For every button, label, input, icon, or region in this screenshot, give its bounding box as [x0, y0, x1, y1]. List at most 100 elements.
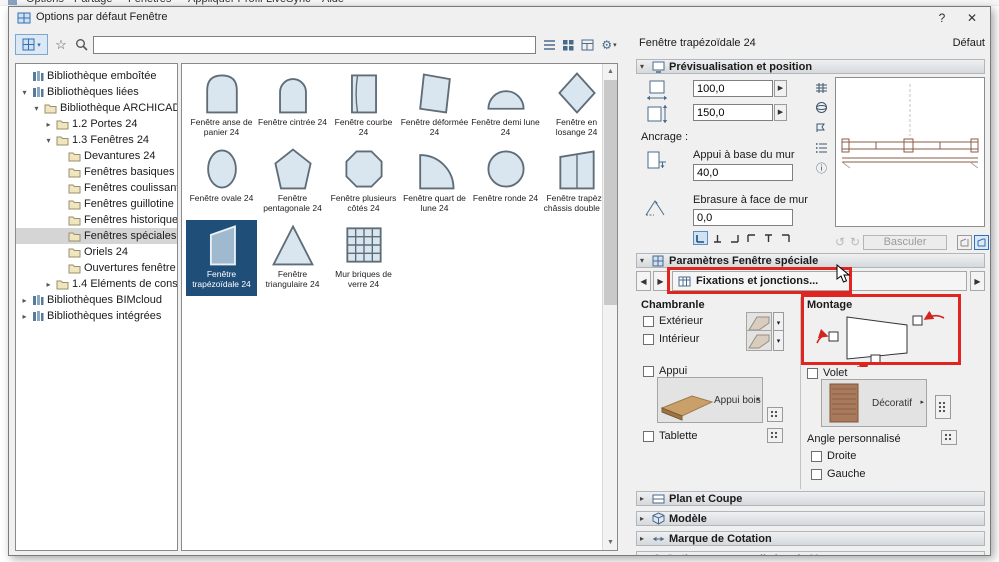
anchor-pos-5-button[interactable]	[761, 231, 776, 245]
anchor-pos-3-button[interactable]	[727, 231, 742, 245]
section-special-window-params[interactable]: ▾ Paramètres Fenêtre spéciale	[636, 253, 985, 268]
tree-item-bibliotheque-emboitee[interactable]: Bibliothèque emboîtée	[16, 68, 177, 84]
thumbnail-fenetre-plusieurs-cotes-24[interactable]: Fenêtre plusieurs côtés 24	[328, 144, 399, 220]
section-modele[interactable]: ▸ Modèle	[636, 511, 985, 526]
collapse-icon[interactable]: ▾	[20, 88, 29, 97]
thumbnail-mur-briques-de-verre-24[interactable]: Mur briques de verre 24	[328, 220, 399, 296]
close-button[interactable]: ✕	[958, 7, 986, 29]
search-button[interactable]	[72, 34, 91, 55]
anchor-pos-6-button[interactable]	[778, 231, 793, 245]
expand-icon[interactable]: ▸	[20, 312, 29, 321]
flip-button[interactable]: Basculer	[863, 235, 947, 250]
favorites-star-button[interactable]: ☆	[51, 34, 71, 55]
tree-item-oriels-24[interactable]: Oriels 24	[16, 244, 177, 260]
reveal-value-field[interactable]	[693, 209, 793, 226]
tree-item-fenetres-basiques-24[interactable]: Fenêtres basiques 24	[16, 164, 177, 180]
expand-icon[interactable]: ▸	[20, 296, 29, 305]
anchor-pos-1-button[interactable]	[693, 231, 708, 245]
preview-3d-sphere-icon[interactable]	[813, 99, 830, 116]
checkbox-droite[interactable]	[811, 451, 822, 462]
thumbnail-fenetre-cintree-24[interactable]: Fenêtre cintrée 24	[257, 68, 328, 144]
help-button[interactable]: ?	[928, 7, 956, 29]
preview-section-icon[interactable]	[813, 119, 830, 136]
tree-item-1-2-portes-24[interactable]: ▸ 1.2 Portes 24	[16, 116, 177, 132]
preview-hatch-icon[interactable]	[813, 79, 830, 96]
expand-icon[interactable]: ▸	[44, 280, 53, 289]
thumbnail-fenetre-courbe-24[interactable]: Fenêtre courbe 24	[328, 68, 399, 144]
appui-image-picker[interactable]: Appui bois ▸	[657, 377, 763, 423]
section-options-personnalisees-de-marque[interactable]: ▸ ⚙ Options personnalisées de Marque	[636, 551, 985, 555]
tree-item-devantures-24[interactable]: Devantures 24	[16, 148, 177, 164]
thumbnail-fenetre-anse-de-panier-24[interactable]: Fenêtre anse de panier 24	[186, 68, 257, 144]
menu-partage[interactable]: Partage	[74, 0, 113, 5]
prev-page-button[interactable]: ◀	[636, 271, 651, 291]
tree-item-fenetres-coulissantes-24[interactable]: Fenêtres coulissantes 24	[16, 180, 177, 196]
menu-aide[interactable]: Aide	[322, 0, 344, 5]
tree-item-1-3-fenetres-24[interactable]: ▾ 1.3 Fenêtres 24	[16, 132, 177, 148]
scroll-up-icon[interactable]: ▲	[603, 64, 617, 79]
thumbnail-fenetre-pentagonale-24[interactable]: Fenêtre pentagonale 24	[257, 144, 328, 220]
scrollbar-thumb[interactable]	[604, 80, 617, 305]
section-preview-position[interactable]: ▾ Prévisualisation et position	[636, 59, 985, 74]
height-field[interactable]	[693, 104, 773, 121]
tree-item-1-4-elements-de-construction-2[interactable]: ▸ 1.4 Eléments de construction 2	[16, 276, 177, 292]
section-marque-de-cotation[interactable]: ▸ Marque de Cotation	[636, 531, 985, 546]
checkbox-appui[interactable]	[643, 366, 654, 377]
angle-settings-button[interactable]	[941, 430, 957, 445]
param-page-dropdown[interactable]: Fixations et jonctions...	[672, 271, 967, 291]
view-list-button[interactable]	[541, 34, 558, 55]
anchor-pos-4-button[interactable]	[744, 231, 759, 245]
view-details-button[interactable]	[579, 34, 596, 55]
interieur-profile-picker[interactable]	[746, 330, 772, 351]
volet-image-picker[interactable]: Décoratif ▸	[821, 379, 927, 427]
next-page-button[interactable]: ▶	[653, 271, 668, 291]
rotate-left-icon[interactable]: ↺	[835, 235, 845, 249]
tree-item-fenetres-historiques-24[interactable]: Fenêtres historiques 24	[16, 212, 177, 228]
preview-info-icon[interactable]: ⓘ	[813, 159, 830, 176]
collapse-icon[interactable]: ▾	[32, 104, 41, 113]
scroll-down-icon[interactable]: ▼	[603, 535, 617, 550]
menu-appliquer-profil[interactable]: Appliquer Profil	[188, 0, 263, 5]
thumbnail-fenetre-quart-de-lune-24[interactable]: Fenêtre quart de lune 24	[399, 144, 470, 220]
settings-gear-button[interactable]: ⚙ ▾	[597, 34, 621, 55]
section-plan-et-coupe[interactable]: ▸ Plan et Coupe	[636, 491, 985, 506]
menu-options[interactable]: Options	[26, 0, 64, 5]
volet-settings-button[interactable]	[935, 395, 951, 419]
tree-item-ouvertures-fenetre-vides-24[interactable]: Ouvertures fenêtre vides 24	[16, 260, 177, 276]
thumbnail-fenetre-triangulaire-24[interactable]: Fenêtre triangulaire 24	[257, 220, 328, 296]
tree-item-bibliotheque-archicad-24[interactable]: ▾ Bibliothèque ARCHICAD 24	[16, 100, 177, 116]
thumbnail-fenetre-ovale-24[interactable]: Fenêtre ovale 24	[186, 144, 257, 220]
view-grid-button[interactable]	[560, 34, 577, 55]
checkbox-exterieur[interactable]	[643, 316, 654, 327]
tablette-settings-button[interactable]	[767, 428, 783, 443]
rotate-right-icon[interactable]: ↻	[850, 235, 860, 249]
width-field[interactable]	[693, 80, 773, 97]
page-forward-button[interactable]: ▶	[970, 271, 985, 291]
expand-icon[interactable]: ▸	[44, 120, 53, 129]
tree-item-bibliotheques-liees[interactable]: ▾ Bibliothèques liées	[16, 84, 177, 100]
tree-item-fenetres-guillotine-doubles[interactable]: Fenêtres guillotine doubles	[16, 196, 177, 212]
tree-item-bibliotheques-bimcloud[interactable]: ▸ Bibliothèques BIMcloud	[16, 292, 177, 308]
checkbox-tablette[interactable]	[643, 431, 654, 442]
thumbnail-fenetre-demi-lune-24[interactable]: Fenêtre demi lune 24	[470, 68, 541, 144]
axonometry-view-button[interactable]	[974, 235, 989, 250]
montage-diagram[interactable]	[813, 310, 955, 373]
appui-settings-button[interactable]	[767, 407, 783, 422]
anchor-pos-2-button[interactable]	[710, 231, 725, 245]
preview-list-icon[interactable]	[813, 139, 830, 156]
checkbox-gauche[interactable]	[811, 469, 822, 480]
checkbox-volet[interactable]	[807, 368, 818, 379]
thumbnail-fenetre-trapezoidale-24[interactable]: Fenêtre trapézoïdale 24	[186, 220, 257, 296]
menu-livesync[interactable]: LiveSync	[266, 0, 311, 5]
anchor-value-field[interactable]	[693, 164, 793, 181]
tree-item-bibliotheques-integrees[interactable]: ▸ Bibliothèques intégrées	[16, 308, 177, 324]
checkbox-interieur[interactable]	[643, 334, 654, 345]
width-spin-button[interactable]: ▶	[774, 80, 787, 97]
element-type-button[interactable]: ▾	[15, 34, 48, 55]
thumbnail-fenetre-ronde-24[interactable]: Fenêtre ronde 24	[470, 144, 541, 220]
interieur-picker-arrow-button[interactable]: ▾	[773, 330, 784, 351]
height-spin-button[interactable]: ▶	[774, 104, 787, 121]
thumbnail-fenetre-deformee-24[interactable]: Fenêtre déformée 24	[399, 68, 470, 144]
tree-item-fenetres-speciales-24[interactable]: Fenêtres spéciales 24	[16, 228, 177, 244]
elevation-view-button[interactable]	[957, 235, 972, 250]
